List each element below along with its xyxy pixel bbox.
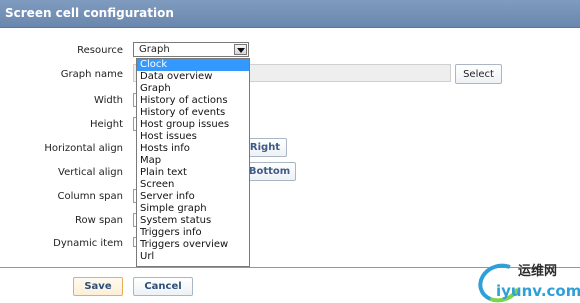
- dropdown-option[interactable]: History of events: [137, 107, 249, 119]
- dropdown-option[interactable]: Triggers info: [137, 227, 249, 239]
- dropdown-option[interactable]: Clock: [137, 59, 249, 71]
- resource-dropdown-list[interactable]: Clock Data overview Graph History of act…: [136, 58, 250, 267]
- dropdown-option[interactable]: Graph: [137, 83, 249, 95]
- height-label: Height: [89, 119, 123, 130]
- resource-selected-value: Graph: [139, 44, 170, 55]
- dropdown-option[interactable]: Screen: [137, 179, 249, 191]
- dropdown-option[interactable]: Url: [137, 251, 249, 263]
- column-span-label: Column span: [57, 191, 124, 202]
- dropdown-option[interactable]: Triggers overview: [137, 239, 249, 251]
- dialog-header: Screen cell configuration: [0, 0, 580, 28]
- watermark-text: 运维网: [518, 264, 558, 279]
- resource-label: Resource: [77, 45, 123, 56]
- dropdown-option[interactable]: Simple graph: [137, 203, 249, 215]
- row-span-label: Row span: [75, 215, 123, 226]
- dropdown-option[interactable]: Server info: [137, 191, 249, 203]
- dialog-title: Screen cell configuration: [5, 6, 174, 20]
- save-button[interactable]: Save: [73, 277, 123, 296]
- cancel-button[interactable]: Cancel: [133, 277, 193, 296]
- dropdown-option[interactable]: Plain text: [137, 167, 249, 179]
- watermark-logo: 运维网 iyunv.com: [472, 256, 580, 303]
- graph-name-label: Graph name: [60, 69, 123, 80]
- dropdown-option[interactable]: System status: [137, 215, 249, 227]
- dynamic-item-label: Dynamic item: [53, 238, 123, 249]
- dropdown-option[interactable]: Host group issues: [137, 119, 249, 131]
- dropdown-option[interactable]: History of actions: [137, 95, 249, 107]
- chevron-down-icon[interactable]: [234, 44, 247, 55]
- horizontal-align-label: Horizontal align: [44, 143, 123, 154]
- resource-select[interactable]: Graph: [133, 42, 249, 57]
- dropdown-option[interactable]: Data overview: [137, 71, 249, 83]
- dropdown-option[interactable]: Host issues: [137, 131, 249, 143]
- align-bottom-button[interactable]: Bottom: [243, 162, 296, 181]
- select-button[interactable]: Select: [455, 64, 502, 84]
- watermark-url: iyunv.com: [496, 282, 580, 300]
- vertical-align-label: Vertical align: [58, 167, 123, 178]
- dropdown-option[interactable]: Hosts info: [137, 143, 249, 155]
- dropdown-option[interactable]: Map: [137, 155, 249, 167]
- width-label: Width: [93, 95, 123, 106]
